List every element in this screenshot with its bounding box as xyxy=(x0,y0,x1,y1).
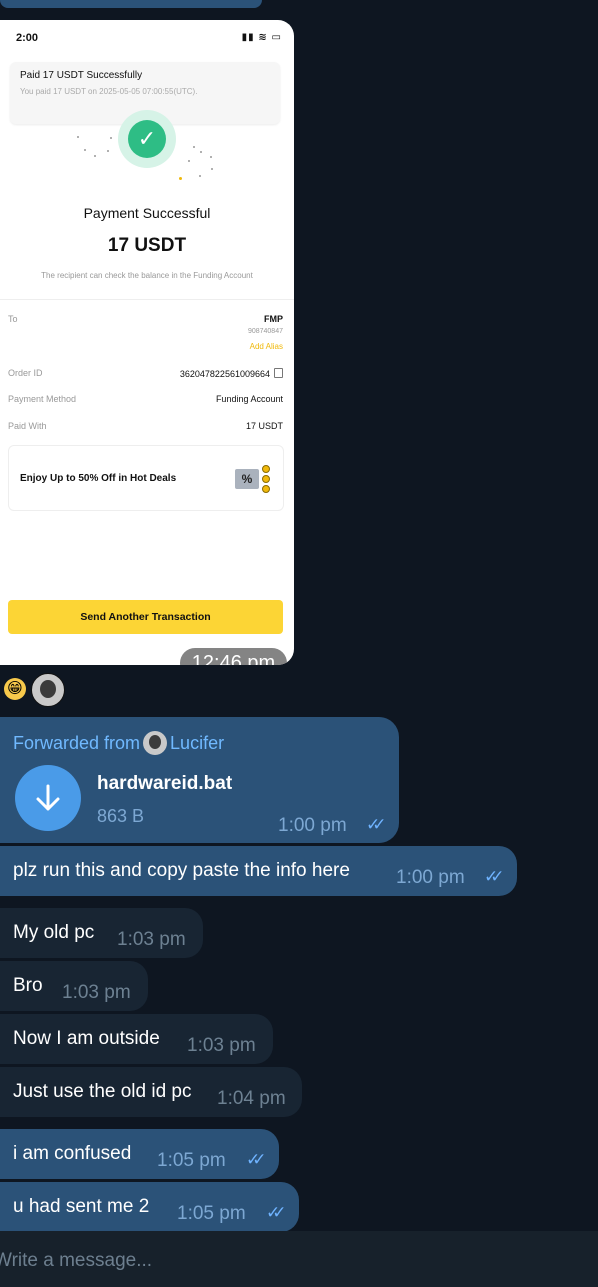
notification-subtitle: You paid 17 USDT on 2025-05-05 07:00:55(… xyxy=(20,87,198,96)
confetti-dot xyxy=(188,160,190,162)
recipient-name: FMP xyxy=(264,314,283,324)
hot-deals-banner: Enjoy Up to 50% Off in Hot Deals % xyxy=(8,445,284,511)
message-time: 1:03 pm xyxy=(117,929,186,950)
message-bubble[interactable]: Just use the old id pc 1:04 pm xyxy=(0,1067,302,1117)
confetti-dot xyxy=(84,149,86,151)
read-checkmarks-icon: ✓✓ xyxy=(484,867,504,886)
to-label: To xyxy=(8,314,18,324)
message-time: 1:00 pm xyxy=(396,867,465,888)
confetti-dot xyxy=(110,137,112,139)
message-time: 1:05 pm xyxy=(177,1203,246,1224)
divider xyxy=(0,299,294,300)
read-checkmarks-icon: ✓✓ xyxy=(246,1150,266,1169)
payment-amount: 17 USDT xyxy=(107,235,187,256)
forwarded-file-message[interactable]: Forwarded from Lucifer hardwareid.bat 863… xyxy=(0,717,399,843)
confetti-dot xyxy=(199,175,201,177)
message-bubble[interactable]: plz run this and copy paste the info her… xyxy=(0,846,517,896)
payment-method-value: Funding Account xyxy=(215,394,283,404)
confetti-dot xyxy=(179,177,182,180)
message-text: Just use the old id pc xyxy=(13,1081,192,1102)
message-bubble[interactable]: Bro 1:03 pm xyxy=(0,961,148,1011)
notification-title: Paid 17 USDT Successfully xyxy=(20,70,143,81)
status-bar: 2:00 ▮▮ ≋ ▭ xyxy=(16,32,282,48)
confetti-dot xyxy=(193,146,195,148)
message-time: 1:03 pm xyxy=(62,982,131,1003)
payment-screenshot-image[interactable]: 2:00 ▮▮ ≋ ▭ Paid 17 USDT Successfully Yo… xyxy=(0,20,294,665)
confetti-dot xyxy=(210,156,212,158)
forward-source-avatar xyxy=(143,731,168,755)
message-text: plz run this and copy paste the info her… xyxy=(13,860,350,881)
read-checkmarks-icon: ✓✓ xyxy=(266,1203,286,1222)
message-composer[interactable]: Write a message... xyxy=(0,1231,598,1287)
payment-method-label: Payment Method xyxy=(8,394,77,404)
grinning-face-reaction[interactable]: 😁 xyxy=(4,678,26,700)
confetti-dot xyxy=(94,155,96,157)
confetti-dot xyxy=(211,168,213,170)
reactor-avatar xyxy=(31,673,65,707)
copy-icon xyxy=(274,368,283,378)
message-time: 1:00 pm xyxy=(278,815,347,836)
confetti-dot xyxy=(107,150,109,152)
message-bubble[interactable]: My old pc 1:03 pm xyxy=(0,908,203,958)
message-text: i am confused xyxy=(13,1143,132,1164)
read-checkmarks-icon: ✓✓ xyxy=(366,815,386,834)
success-check-icon: ✓ xyxy=(118,110,176,168)
payment-status-title: Payment Successful xyxy=(83,205,211,221)
order-id-value: 362047822561009664 xyxy=(179,369,270,379)
message-text: Now I am outside xyxy=(13,1028,160,1049)
forwarded-from-header[interactable]: Forwarded from Lucifer xyxy=(13,731,224,755)
hot-deals-text: Enjoy Up to 50% Off in Hot Deals xyxy=(20,473,177,484)
download-icon[interactable] xyxy=(15,765,81,831)
status-icons: ▮▮ ≋ ▭ xyxy=(241,32,282,43)
message-time: 12:46 pm xyxy=(180,648,287,665)
message-bubble[interactable]: Now I am outside 1:03 pm xyxy=(0,1014,273,1064)
confetti-dot xyxy=(77,136,79,138)
recipient-id: 908740847 xyxy=(247,328,283,335)
message-time: 1:05 pm xyxy=(157,1150,226,1171)
send-another-transaction-button: Send Another Transaction xyxy=(8,600,283,634)
order-id-label: Order ID xyxy=(8,368,43,378)
message-input[interactable]: Write a message... xyxy=(0,1250,152,1272)
previous-message-bubble xyxy=(0,0,262,8)
forwarded-name: Lucifer xyxy=(170,733,225,753)
message-bubble[interactable]: u had sent me 2 1:05 pm ✓✓ xyxy=(0,1182,299,1232)
message-text: u had sent me 2 xyxy=(13,1196,150,1217)
message-text: My old pc xyxy=(13,922,95,943)
recipient-note: The recipient can check the balance in t… xyxy=(41,271,253,280)
paid-with-value: 17 USDT xyxy=(245,421,283,431)
message-text: Bro xyxy=(13,975,43,996)
coupon-icon: % xyxy=(235,465,271,493)
file-size: 863 B xyxy=(97,806,145,826)
message-bubble[interactable]: i am confused 1:05 pm ✓✓ xyxy=(0,1129,279,1179)
forwarded-prefix: Forwarded from xyxy=(13,733,141,753)
message-time: 1:04 pm xyxy=(217,1088,286,1109)
status-time: 2:00 xyxy=(16,32,39,44)
order-id-row: 362047822561009664 xyxy=(180,368,283,379)
message-time: 1:03 pm xyxy=(187,1035,256,1056)
confetti-dot xyxy=(200,151,202,153)
paid-with-label: Paid With xyxy=(8,421,47,431)
add-alias-link: Add Alias xyxy=(249,342,283,351)
file-name: hardwareid.bat xyxy=(97,773,233,794)
